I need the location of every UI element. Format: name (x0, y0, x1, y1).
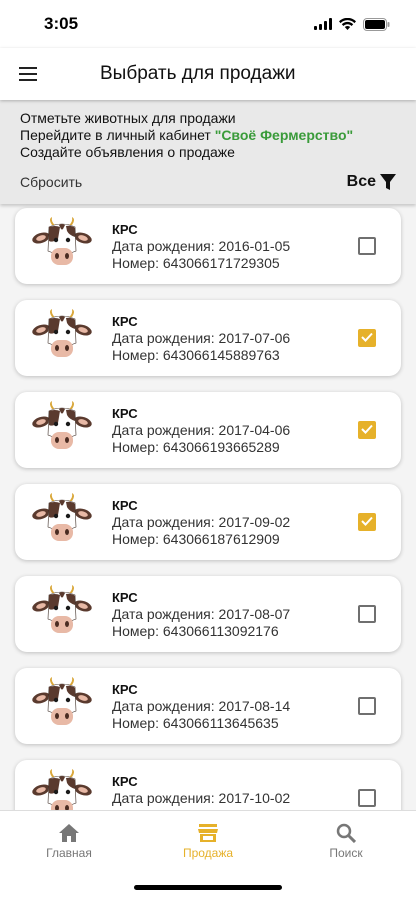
info-line-1: Отметьте животных для продажи (20, 110, 236, 126)
info-line-2: Перейдите в личный кабинет "Своё Фермерс… (20, 127, 396, 144)
signal-icon (314, 18, 332, 30)
select-checkbox[interactable] (358, 329, 376, 347)
check-icon (361, 513, 373, 531)
store-icon (198, 824, 218, 842)
select-checkbox[interactable] (358, 605, 376, 623)
status-icons (314, 17, 390, 31)
animal-list[interactable]: КРС Дата рождения: 2016-01-05 Номер: 643… (0, 204, 416, 810)
animal-birth-date: Дата рождения: 2017-04-06 (112, 422, 291, 438)
animal-info: КРС Дата рождения: 2017-10-02 Номер: 643… (112, 774, 290, 810)
animal-info: КРС Дата рождения: 2017-09-02 Номер: 643… (112, 498, 290, 548)
animal-birth-date: Дата рождения: 2017-07-06 (112, 330, 291, 346)
animal-card[interactable]: КРС Дата рождения: 2017-08-14 Номер: 643… (15, 668, 401, 744)
filter-row: Сбросить Все (20, 173, 396, 191)
select-checkbox[interactable] (358, 513, 376, 531)
animal-type: КРС (112, 222, 138, 237)
filter-icon (380, 173, 396, 190)
animal-type: КРС (112, 590, 138, 605)
check-icon (361, 329, 373, 347)
nav-home-label: Главная (46, 846, 92, 860)
home-icon (59, 824, 79, 842)
animal-number: Номер: 643066113092176 (112, 623, 279, 639)
cow-icon (32, 769, 92, 810)
animal-number: Номер: 643066187612909 (112, 531, 280, 547)
nav-search[interactable]: Поиск (296, 823, 396, 860)
nav-search-label: Поиск (329, 846, 363, 860)
info-line-3: Создайте объявления о продаже (20, 144, 235, 160)
animal-info: КРС Дата рождения: 2016-01-05 Номер: 643… (112, 222, 290, 272)
nav-sale[interactable]: Продажа (158, 823, 258, 860)
animal-card[interactable]: КРС Дата рождения: 2016-01-05 Номер: 643… (15, 208, 401, 284)
info-line-2-prefix: Перейдите в личный кабинет (20, 127, 215, 143)
menu-icon (19, 67, 37, 81)
animal-birth-date: Дата рождения: 2017-08-07 (112, 606, 291, 622)
search-icon (336, 823, 356, 843)
animal-type: КРС (112, 314, 138, 329)
animal-card[interactable]: КРС Дата рождения: 2017-09-02 Номер: 643… (15, 484, 401, 560)
nav-sale-label: Продажа (182, 846, 234, 860)
cow-icon (32, 493, 92, 549)
filter-label: Все (346, 173, 376, 190)
animal-info: КРС Дата рождения: 2017-08-14 Номер: 643… (112, 682, 290, 732)
animal-number: Номер: 643066193665289 (112, 439, 280, 455)
page-title: Выбрать для продажи (100, 63, 296, 84)
animal-card[interactable]: КРС Дата рождения: 2017-08-07 Номер: 643… (15, 576, 401, 652)
animal-type: КРС (112, 406, 138, 421)
battery-icon (363, 17, 390, 31)
animal-info: КРС Дата рождения: 2017-07-06 Номер: 643… (112, 314, 290, 364)
cow-icon (32, 217, 92, 273)
select-checkbox[interactable] (358, 237, 376, 255)
status-bar: 3:05 (0, 0, 416, 48)
cow-icon (32, 401, 92, 457)
animal-type: КРС (112, 682, 138, 697)
filter-button[interactable]: Все (347, 173, 396, 191)
cow-icon (32, 585, 92, 641)
farm-cabinet-link[interactable]: "Своё Фермерство" (215, 127, 353, 143)
animal-info: КРС Дата рождения: 2017-08-07 Номер: 643… (112, 590, 290, 640)
wifi-icon (339, 18, 356, 30)
menu-button[interactable] (0, 48, 56, 100)
select-checkbox[interactable] (358, 421, 376, 439)
animal-type: КРС (112, 774, 138, 789)
cow-icon (32, 309, 92, 365)
info-panel: Отметьте животных для продажи Перейдите … (0, 100, 416, 204)
animal-number: Номер: 643066113645635 (112, 715, 279, 731)
reset-button[interactable]: Сбросить (20, 174, 82, 190)
nav-home[interactable]: Главная (19, 823, 119, 860)
cow-icon (32, 677, 92, 733)
animal-card[interactable]: КРС Дата рождения: 2017-07-06 Номер: 643… (15, 300, 401, 376)
animal-number: Номер: 643066171729305 (112, 255, 280, 271)
animal-birth-date: Дата рождения: 2017-09-02 (112, 514, 291, 530)
select-checkbox[interactable] (358, 789, 376, 807)
animal-card[interactable]: КРС Дата рождения: 2017-10-02 Номер: 643… (15, 760, 401, 810)
animal-birth-date: Дата рождения: 2016-01-05 (112, 238, 291, 254)
status-time: 3:05 (44, 14, 79, 33)
animal-info: КРС Дата рождения: 2017-04-06 Номер: 643… (112, 406, 290, 456)
animal-birth-date: Дата рождения: 2017-08-14 (112, 698, 291, 714)
select-checkbox[interactable] (358, 697, 376, 715)
animal-type: КРС (112, 498, 138, 513)
animal-birth-date: Дата рождения: 2017-10-02 (112, 790, 291, 806)
check-icon (361, 421, 373, 439)
animal-number: Номер: 643066145889763 (112, 347, 280, 363)
animal-card[interactable]: КРС Дата рождения: 2017-04-06 Номер: 643… (15, 392, 401, 468)
app-bar: Выбрать для продажи (0, 48, 416, 100)
home-indicator[interactable] (134, 885, 282, 890)
